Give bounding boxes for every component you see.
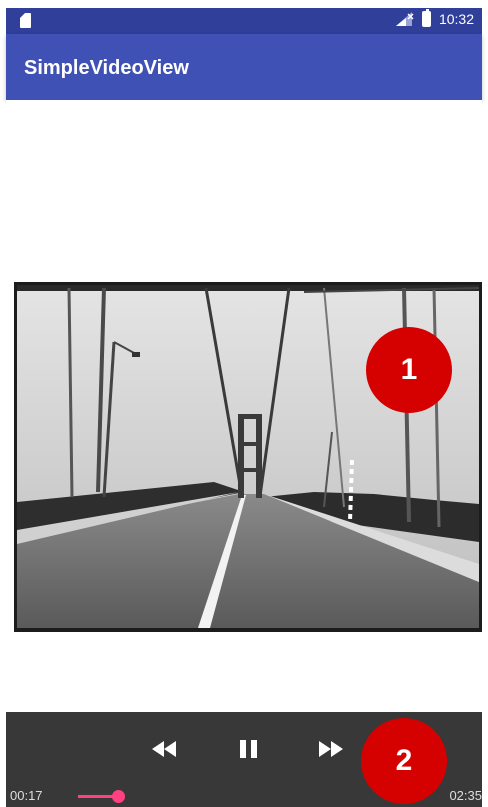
- status-bar: 10:32: [6, 8, 482, 34]
- fast-forward-button[interactable]: [316, 738, 346, 760]
- total-time: 02:35: [449, 788, 482, 803]
- app-bar: SimpleVideoView: [6, 34, 482, 100]
- seek-thumb[interactable]: [111, 790, 125, 803]
- app-title: SimpleVideoView: [24, 57, 189, 79]
- sd-card-icon: [20, 13, 31, 28]
- fast-forward-icon: [319, 741, 343, 757]
- rewind-button[interactable]: [149, 738, 179, 760]
- battery-icon: [421, 9, 431, 27]
- callout-badge-video: 1: [366, 327, 452, 413]
- callout-badge-controls: 2: [361, 718, 447, 804]
- rewind-icon: [152, 741, 176, 757]
- status-time: 10:32: [438, 11, 474, 27]
- current-time: 00:17: [10, 788, 43, 803]
- signal-icon: [394, 11, 414, 27]
- pause-icon: [240, 740, 257, 758]
- pause-button[interactable]: [234, 738, 264, 760]
